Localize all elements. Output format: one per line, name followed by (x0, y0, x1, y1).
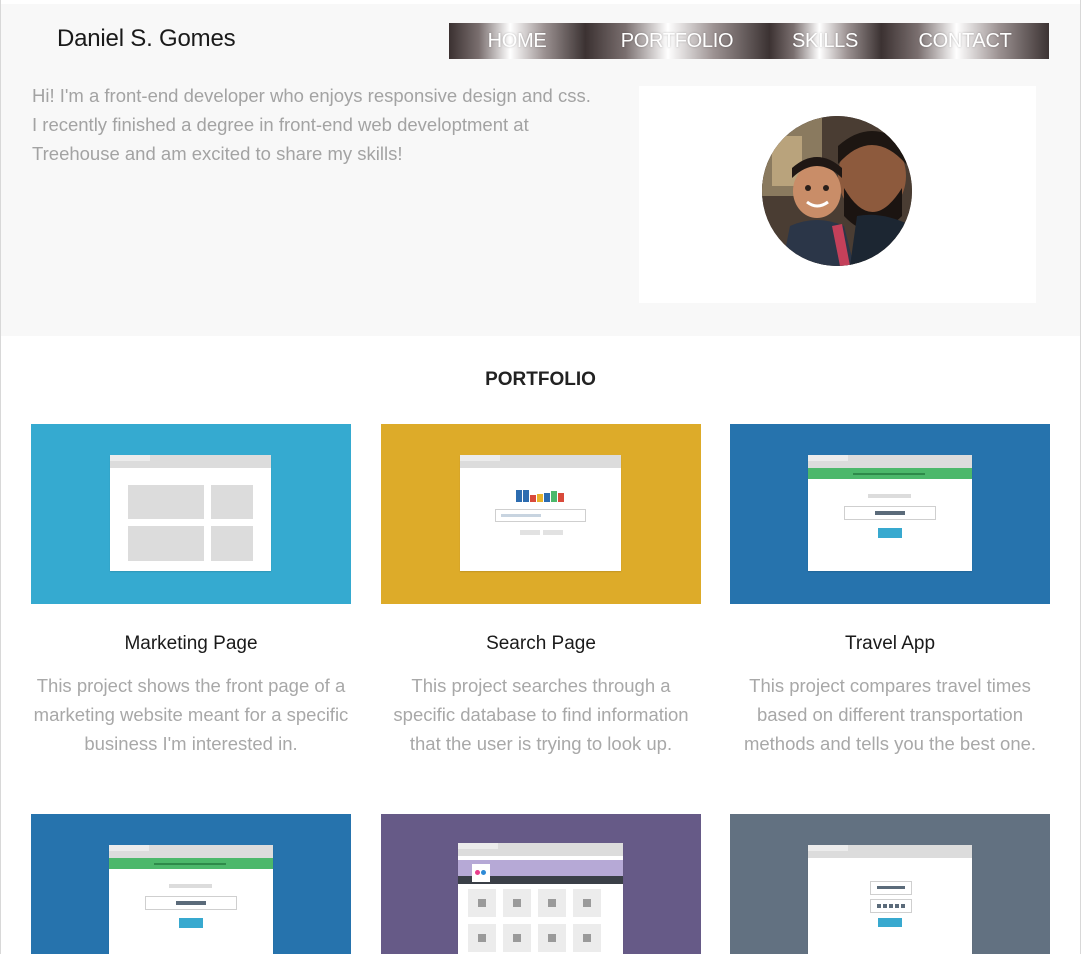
project-card[interactable] (31, 814, 351, 954)
project-thumbnail[interactable] (730, 814, 1050, 954)
project-thumbnail[interactable] (381, 424, 701, 604)
project-thumbnail[interactable] (31, 424, 351, 604)
browser-window-illustration (808, 455, 972, 571)
intro-text: Hi! I'm a front-end developer who enjoys… (32, 85, 591, 164)
nav-skills-label: SKILLS (791, 29, 859, 52)
nav-contact-label: CONTACT (918, 29, 1012, 52)
profile-photo-box (639, 86, 1036, 303)
nav-home-label: HOME (487, 29, 547, 52)
project-description: This project compares travel times based… (743, 675, 1037, 754)
project-title: Marketing Page (124, 633, 258, 654)
nav-skills-link[interactable]: SKILLS (769, 23, 881, 59)
project-thumbnail[interactable] (381, 814, 701, 954)
project-card[interactable] (730, 814, 1050, 954)
project-description: This project shows the front page of a m… (33, 675, 349, 754)
project-card[interactable]: Marketing Page This project shows the fr… (31, 424, 351, 758)
nav-portfolio-label: PORTFOLIO (620, 29, 734, 52)
nav-home-link[interactable]: HOME (449, 23, 585, 59)
browser-window-illustration (808, 845, 972, 954)
main-nav: HOME PORTFOLIO SKILLS CONTACT (449, 23, 1049, 59)
project-card[interactable] (381, 814, 701, 954)
nav-contact-link[interactable]: CONTACT (881, 23, 1049, 59)
browser-window-illustration (458, 843, 623, 954)
browser-window-illustration (460, 455, 621, 571)
browser-window-illustration (110, 455, 271, 571)
project-thumbnail[interactable] (730, 424, 1050, 604)
site-brand[interactable]: Daniel S. Gomes (57, 25, 236, 53)
profile-photo-illustration (762, 116, 912, 266)
nav-portfolio-link[interactable]: PORTFOLIO (585, 23, 769, 59)
project-card[interactable]: Travel App This project compares travel … (730, 424, 1050, 758)
project-card[interactable]: Search Page This project searches throug… (381, 424, 701, 758)
project-title: Travel App (844, 633, 936, 654)
browser-window-illustration (109, 845, 273, 954)
project-thumbnail[interactable] (31, 814, 351, 954)
hero-section: Daniel S. Gomes HOME PORTFOLIO SKILLS CO… (1, 4, 1080, 336)
portfolio-title: PORTFOLIO (485, 369, 596, 390)
project-description: This project searches through a specific… (393, 675, 689, 754)
profile-avatar (762, 116, 912, 266)
project-title: Search Page (486, 633, 596, 654)
